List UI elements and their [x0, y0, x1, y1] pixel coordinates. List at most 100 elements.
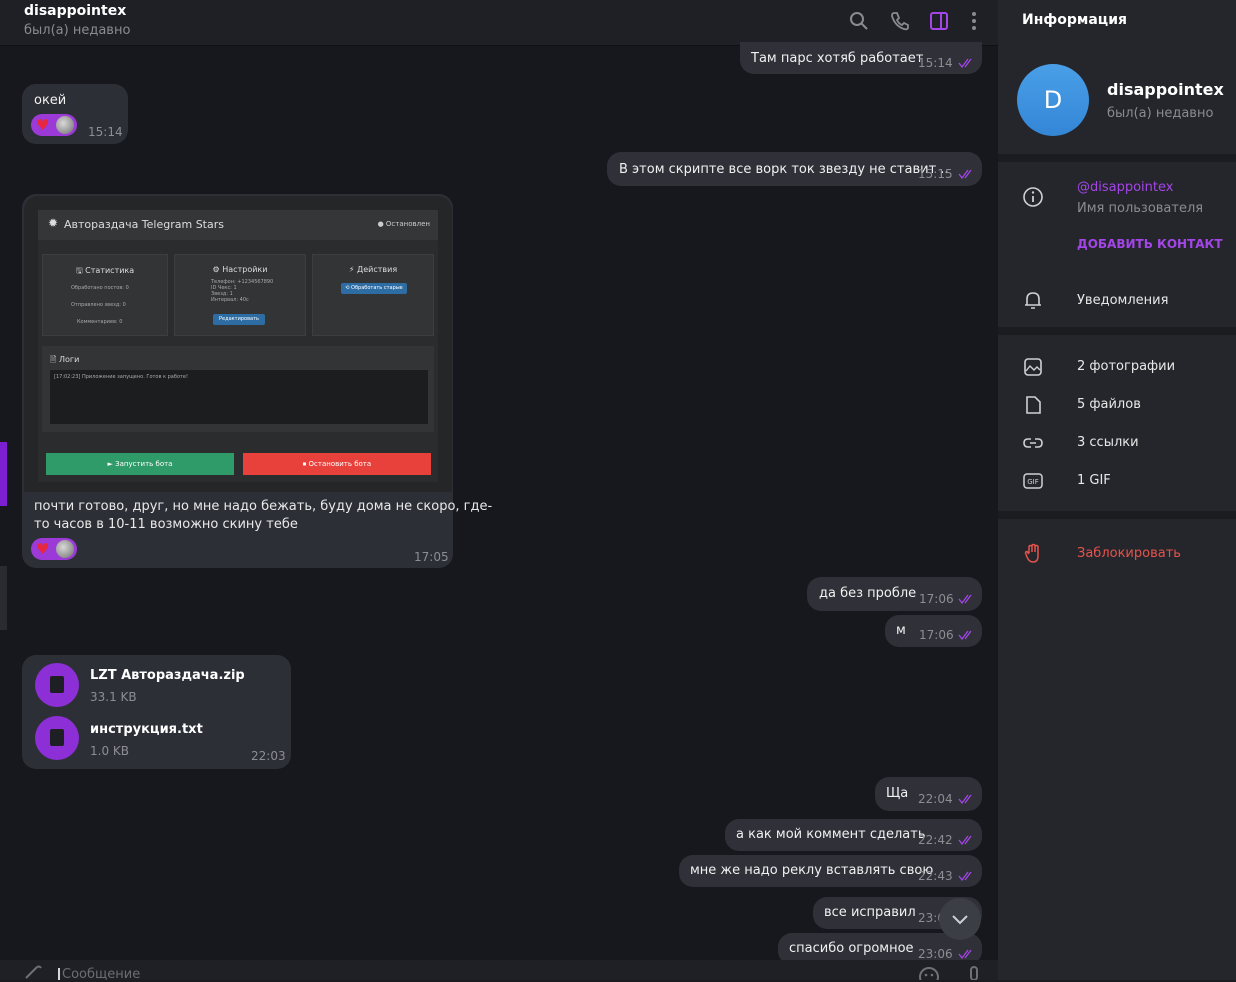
sidebar-toggle-icon[interactable]: [928, 10, 950, 32]
chat-title[interactable]: disappointex: [24, 3, 126, 19]
file-icon: [1026, 396, 1041, 414]
message-time: 17:05: [414, 550, 449, 564]
chevron-down-icon: [952, 915, 968, 925]
process-button: ⟲ Обработать старые: [341, 283, 407, 294]
actions-panel: ⚡ Действия ⟲ Обработать старые: [312, 254, 434, 336]
message-time: 22:42: [918, 833, 953, 847]
avatar: [56, 116, 74, 134]
info-sidebar: Информация D disappointex был(а) недавно…: [998, 0, 1236, 980]
stat-line: Комментариев: 0: [77, 319, 123, 325]
message-text: да без пробле: [819, 586, 917, 601]
chat-status: был(а) недавно: [24, 23, 131, 38]
read-ticks-icon: [958, 949, 972, 959]
sidebar-title: Информация: [1022, 12, 1127, 28]
gifs-label: 1 GIF: [1077, 473, 1111, 488]
folder-indicator: [0, 442, 7, 506]
message-text: а как мой коммент сделать: [736, 827, 926, 842]
log-box: [17:02:23] Приложение запущено. Готов к …: [50, 370, 428, 424]
text-cursor: [58, 968, 60, 980]
bell-icon: [1025, 292, 1041, 309]
app-screenshot: ✹ Автораздача Telegram Stars ● Остановле…: [38, 210, 438, 482]
file-name[interactable]: инструкция.txt: [90, 722, 203, 737]
divider: [998, 154, 1236, 162]
read-ticks-icon: [958, 871, 972, 881]
scroll-down-button[interactable]: [939, 898, 981, 940]
message-time: 17:06: [919, 592, 954, 606]
actions-title: ⚡ Действия: [348, 265, 398, 274]
divider: [998, 327, 1236, 335]
setting-line: Интервал: 40с: [211, 297, 249, 303]
more-icon[interactable]: [963, 10, 985, 32]
settings-title: ⚙ Настройки: [212, 265, 268, 274]
message-time: 15:14: [88, 125, 123, 139]
stop-bot-button: ⏹ Остановить бота: [243, 453, 431, 475]
message-text: Там парс хотяб работает: [751, 51, 924, 66]
message-text: мне же надо реклу вставлять свою: [690, 863, 934, 878]
message-bubble[interactable]: окей ♥ 15:14: [22, 84, 128, 144]
edit-button: Редактировать: [213, 314, 265, 325]
app-title: Автораздача Telegram Stars: [64, 218, 224, 231]
message-time: 22:43: [918, 869, 953, 883]
photo-icon: [1024, 358, 1042, 376]
message-time: 15:15: [918, 167, 953, 181]
message-bubble[interactable]: В этом скрипте все ворк ток звезду не ст…: [607, 152, 982, 186]
link-icon: [1023, 438, 1043, 448]
attach-icon[interactable]: [22, 964, 42, 980]
message-time: 17:06: [919, 628, 954, 642]
message-text: м: [896, 623, 906, 638]
message-text: Ща: [886, 786, 909, 801]
add-contact-button[interactable]: ДОБАВИТЬ КОНТАКТ: [1077, 237, 1223, 251]
logs-title: 🗎 Логи: [50, 355, 80, 364]
folder-indicator-dim: [0, 566, 7, 630]
heart-icon: ♥: [36, 116, 50, 134]
app-state: ● Остановлен: [377, 220, 430, 228]
chat-header[interactable]: disappointex был(а) недавно: [0, 0, 998, 46]
microphone-icon[interactable]: [964, 965, 984, 980]
reaction-badge[interactable]: ♥: [31, 538, 77, 560]
logs-panel: 🗎 Логи [17:02:23] Приложение запущено. Г…: [42, 346, 434, 432]
file-size: 33.1 KB: [90, 690, 137, 704]
file-icon[interactable]: [35, 663, 79, 707]
stat-line: Обработано постов: 0: [71, 285, 129, 291]
gif-icon: GIF: [1023, 473, 1043, 489]
notifications-label: Уведомления: [1077, 293, 1169, 308]
read-ticks-icon: [958, 594, 972, 604]
file-name[interactable]: LZT Автораздача.zip: [90, 668, 245, 683]
svg-text:GIF: GIF: [1027, 478, 1039, 486]
message-bubble[interactable]: Ща 22:04: [875, 777, 982, 811]
photo-attachment[interactable]: ✹ Автораздача Telegram Stars ● Остановле…: [24, 196, 452, 492]
username-link[interactable]: @disappointex: [1077, 180, 1173, 195]
reaction-badge[interactable]: ♥: [31, 114, 77, 136]
settings-panel: ⚙ Настройки Телефон: +1234567890 ID Чекс…: [174, 254, 306, 336]
hand-stop-icon: [1024, 543, 1039, 563]
file-message-bubble[interactable]: LZT Автораздача.zip 33.1 KB инструкция.t…: [22, 655, 291, 769]
file-size: 1.0 KB: [90, 744, 129, 758]
divider: [998, 511, 1236, 519]
search-icon[interactable]: [848, 10, 870, 32]
file-icon[interactable]: [35, 716, 79, 760]
read-ticks-icon: [958, 835, 972, 845]
message-bubble[interactable]: а как мой коммент сделать 22:42: [725, 819, 982, 851]
profile-name: disappointex: [1107, 80, 1224, 99]
message-text: В этом скрипте все ворк ток звезду не ст…: [619, 162, 949, 177]
message-text: то часов в 10-11 возможно скину тебе: [34, 517, 298, 532]
message-bubble[interactable]: да без пробле 17:06: [807, 577, 982, 611]
phone-icon[interactable]: [889, 10, 911, 32]
stats-panel: 🖫 Статистика Обработано постов: 0 Отправ…: [42, 254, 168, 336]
read-ticks-icon: [958, 794, 972, 804]
message-text: спасибо огромное: [789, 941, 914, 956]
block-label: Заблокировать: [1077, 546, 1181, 561]
app-titlebar: ✹ Автораздача Telegram Stars ● Остановле…: [38, 210, 438, 240]
profile-status: был(а) недавно: [1107, 106, 1214, 121]
files-label: 5 файлов: [1077, 397, 1141, 412]
stat-line: Отправлено звезд: 0: [71, 302, 126, 308]
message-bubble[interactable]: Там парс хотяб работает 15:14: [740, 42, 982, 74]
links-label: 3 ссылки: [1077, 435, 1139, 450]
message-bubble[interactable]: м 17:06: [885, 615, 982, 647]
log-line: [17:02:23] Приложение запущено. Готов к …: [54, 374, 188, 380]
message-time: 23:06: [918, 947, 953, 961]
photos-label: 2 фотографии: [1077, 359, 1176, 374]
emoji-icon[interactable]: [918, 966, 940, 980]
message-bubble[interactable]: мне же надо реклу вставлять свою 22:43: [679, 855, 982, 887]
avatar[interactable]: D: [1017, 64, 1089, 136]
